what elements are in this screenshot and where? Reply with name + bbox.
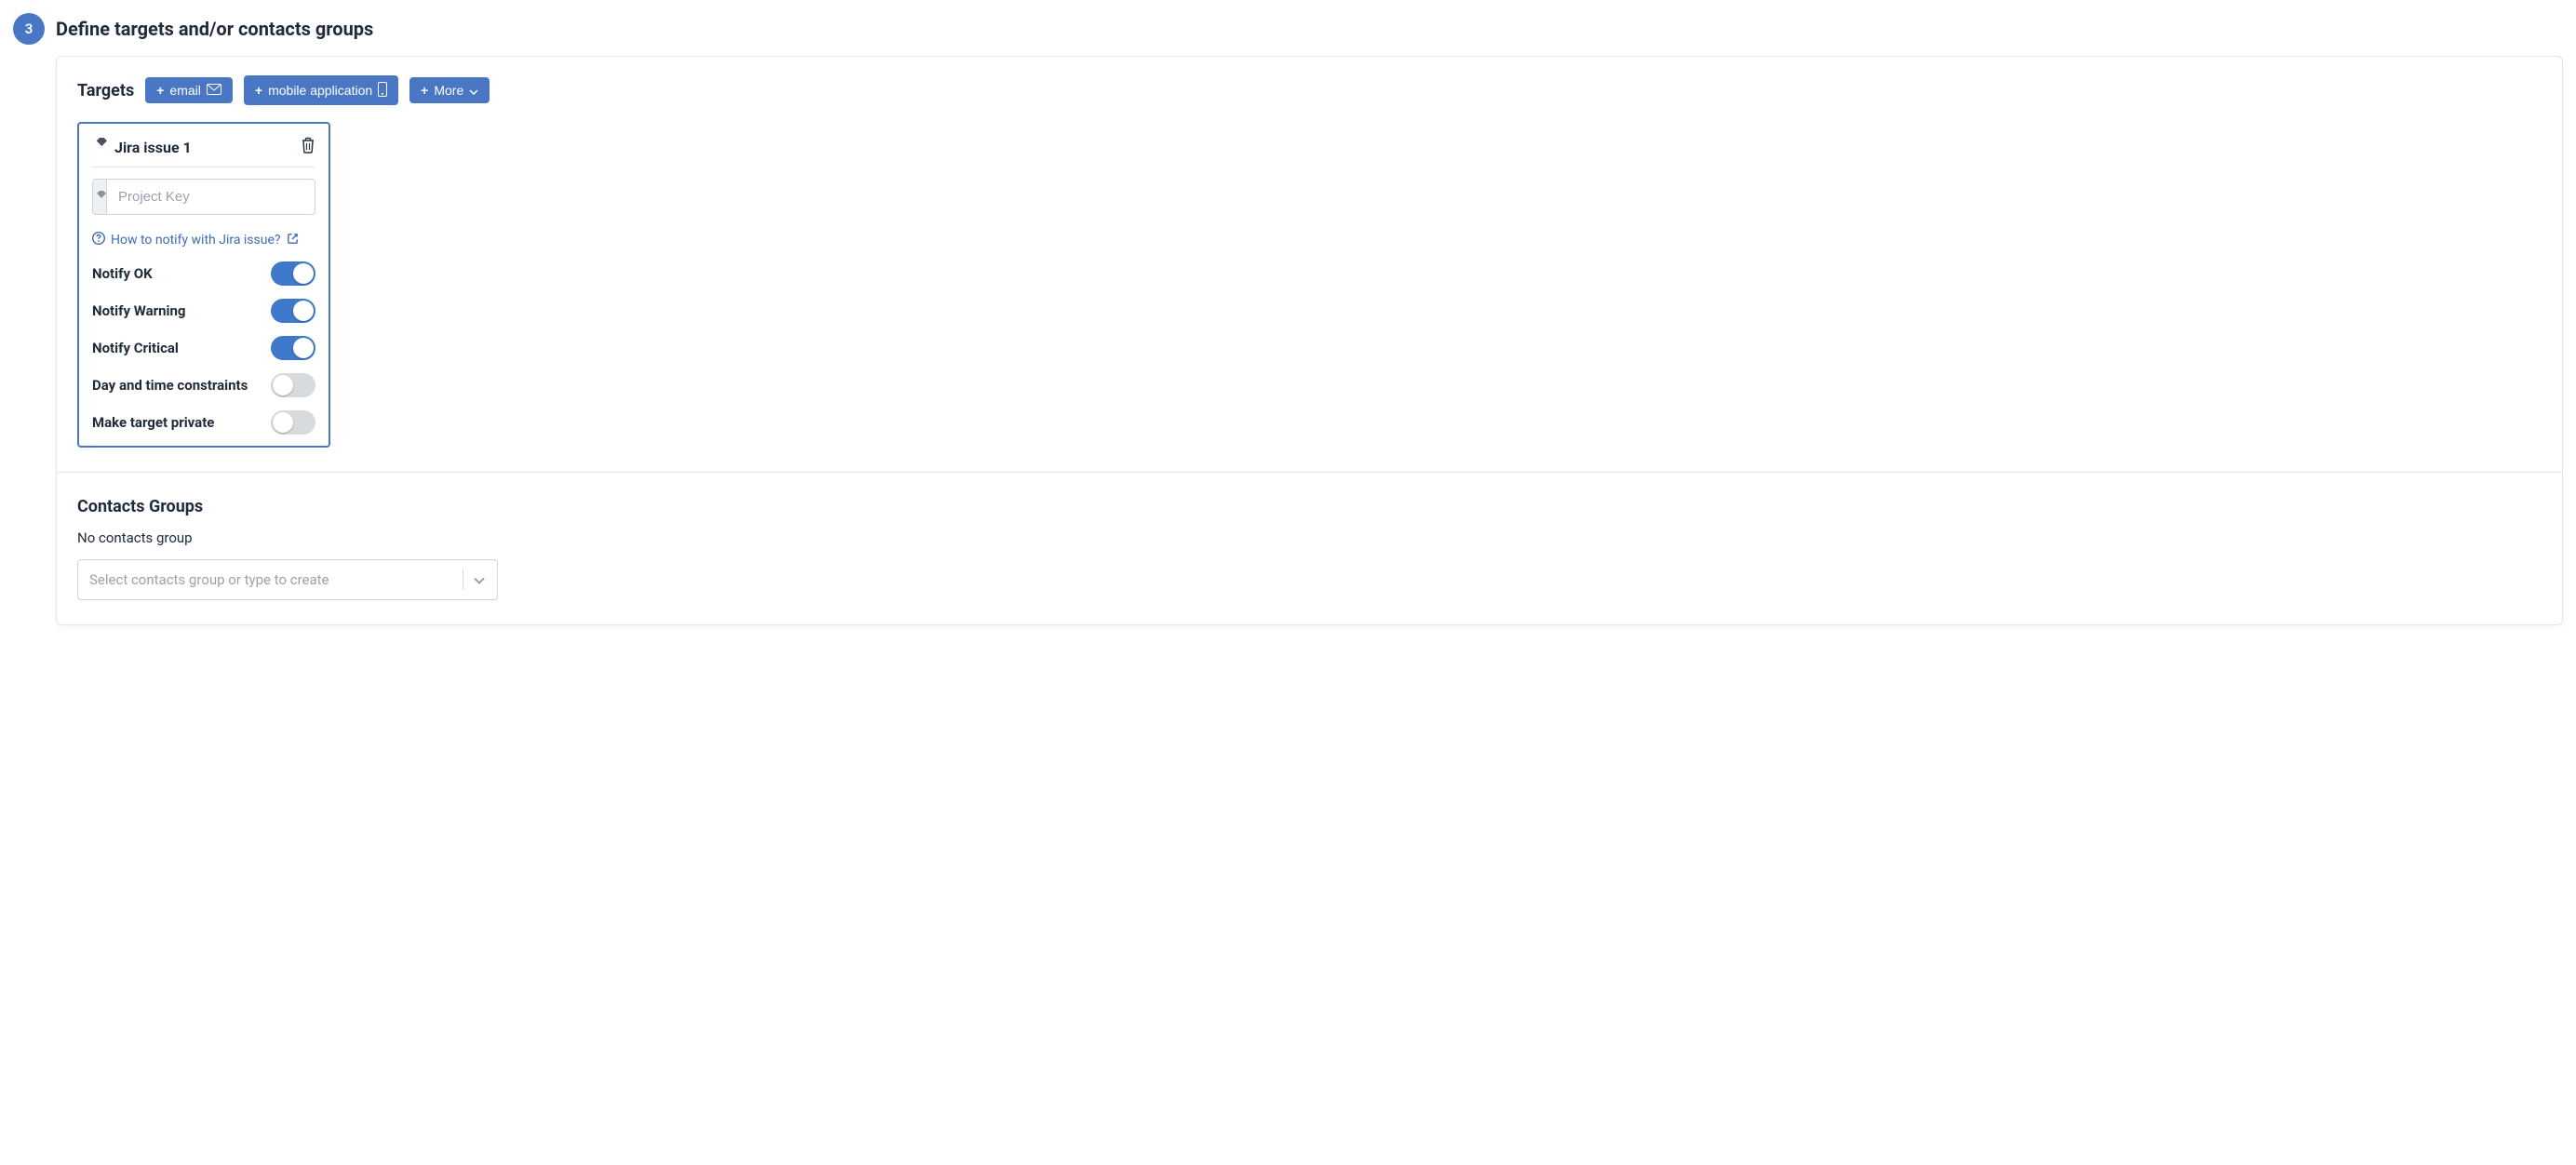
notify-critical-label: Notify Critical — [92, 339, 179, 357]
jira-icon — [92, 138, 107, 156]
chevron-down-icon — [469, 84, 478, 97]
notify-ok-label: Notify OK — [92, 264, 153, 283]
target-card-title: Jira issue 1 — [114, 139, 192, 156]
make-private-toggle[interactable] — [271, 410, 315, 435]
help-link-text: How to notify with Jira issue? — [111, 233, 281, 248]
add-email-button[interactable]: + email — [145, 77, 233, 103]
jira-icon — [93, 180, 107, 214]
add-mobile-label: mobile application — [268, 84, 372, 97]
contacts-empty-text: No contacts group — [77, 529, 2542, 546]
help-link[interactable]: How to notify with Jira issue? — [92, 232, 315, 248]
delete-target-button[interactable] — [301, 137, 315, 157]
make-private-label: Make target private — [92, 413, 214, 432]
envelope-icon — [207, 84, 221, 97]
time-constraints-toggle[interactable] — [271, 373, 315, 397]
plus-icon: + — [421, 84, 428, 97]
notify-critical-toggle[interactable] — [271, 336, 315, 360]
notify-warning-toggle[interactable] — [271, 299, 315, 323]
notify-warning-label: Notify Warning — [92, 301, 186, 320]
plus-icon: + — [156, 84, 164, 97]
step-number-badge: 3 — [13, 13, 45, 45]
project-key-input-group — [92, 179, 315, 215]
help-icon — [92, 232, 105, 248]
more-label: More — [434, 84, 463, 97]
contacts-select-placeholder: Select contacts group or type to create — [89, 571, 329, 588]
project-key-input[interactable] — [107, 180, 315, 214]
external-link-icon — [287, 233, 299, 248]
more-targets-button[interactable]: + More — [409, 77, 490, 103]
target-card-jira: Jira issue 1 How to notify with Jira iss… — [77, 122, 330, 448]
chevron-down-icon — [473, 571, 486, 588]
step-panel: Targets + email + mobile application + M… — [56, 56, 2563, 625]
time-constraints-label: Day and time constraints — [92, 376, 248, 395]
plus-icon: + — [255, 84, 262, 97]
add-email-label: email — [169, 84, 200, 97]
contacts-group-select[interactable]: Select contacts group or type to create — [77, 559, 498, 600]
add-mobile-button[interactable]: + mobile application — [244, 75, 398, 105]
notify-ok-toggle[interactable] — [271, 261, 315, 286]
targets-heading: Targets — [77, 81, 134, 100]
step-title: Define targets and/or contacts groups — [56, 13, 373, 45]
contacts-groups-heading: Contacts Groups — [77, 497, 2542, 516]
mobile-icon — [378, 82, 387, 99]
